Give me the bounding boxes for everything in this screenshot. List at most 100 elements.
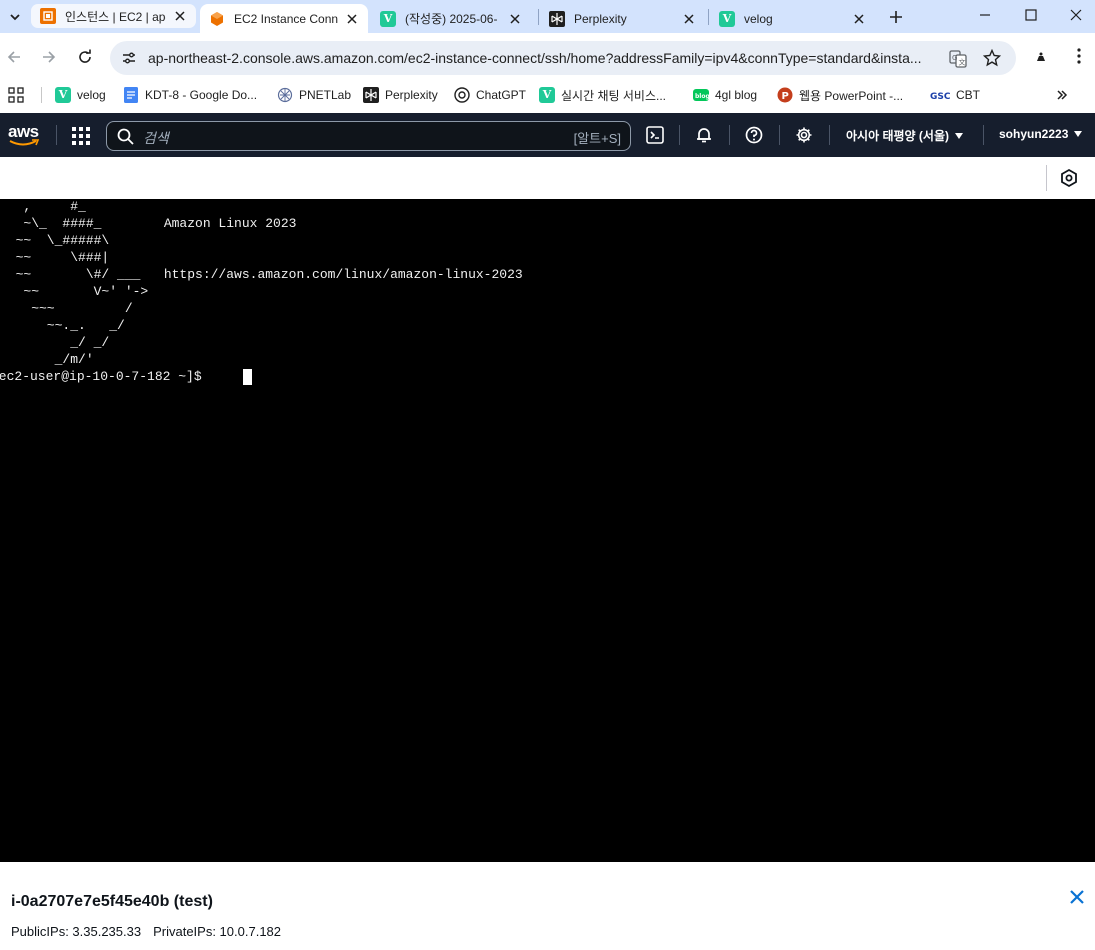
bookmark-label: 실시간 채팅 서비스...: [561, 88, 666, 103]
bookmarks-bar: V velog KDT-8 - Google Do... PNETLab Per…: [0, 81, 1095, 109]
bookmark-powerpoint[interactable]: P 웹용 PowerPoint -...: [777, 85, 903, 105]
region-selector[interactable]: 아시아 태평양 (서울): [846, 127, 963, 144]
bookmark-google-docs[interactable]: KDT-8 - Google Do...: [123, 85, 257, 105]
tab-strip: 인스턴스 | EC2 | ap-northeast-2 EC2 Instance…: [0, 0, 1095, 33]
tab-separator: [708, 9, 709, 25]
bookmark-velog[interactable]: V velog: [55, 85, 106, 105]
bookmark-4gl-blog[interactable]: blog 4gl blog: [693, 85, 757, 105]
aws-box-icon: [209, 11, 225, 27]
aws-logo[interactable]: aws: [8, 122, 42, 148]
tab-title: EC2 Instance Connect: [234, 11, 338, 26]
header-separator: [729, 125, 730, 145]
bookmark-chatgpt[interactable]: ChatGPT: [454, 85, 526, 105]
bookmark-label: 웹용 PowerPoint -...: [799, 88, 904, 103]
aws-search-input[interactable]: 검색 [알트+S]: [106, 121, 631, 151]
settings-gear-icon[interactable]: [794, 125, 814, 145]
terminal-line: _/ _/: [0, 335, 110, 350]
blog-icon: blog: [693, 87, 709, 103]
header-separator: [983, 125, 984, 145]
search-placeholder: 검색: [143, 130, 169, 146]
terminal-cursor: [243, 369, 252, 385]
search-shortcut: [알트+S]: [573, 131, 621, 146]
tab-title: (작성중) 2025-06-: [405, 12, 498, 26]
ssh-terminal[interactable]: , #_ ~\_ ####_ Amazon Linux 2023 ~~ \_##…: [0, 199, 1095, 862]
terminal-settings-icon[interactable]: [1059, 168, 1079, 188]
account-username: sohyun2223: [999, 127, 1069, 141]
svg-text:G: G: [952, 54, 957, 62]
google-docs-icon: [123, 87, 139, 103]
account-menu[interactable]: sohyun2223: [999, 127, 1083, 141]
gsc-icon: GSC: [930, 87, 950, 103]
more-bookmarks-icon[interactable]: [1056, 85, 1068, 105]
tab-ec2-instances[interactable]: 인스턴스 | EC2 | ap-northeast-2: [31, 4, 196, 28]
header-separator: [829, 125, 830, 145]
reload-icon[interactable]: [73, 45, 97, 69]
tab-ec2-instance-connect[interactable]: EC2 Instance Connect: [200, 4, 368, 33]
header-separator: [679, 125, 680, 145]
translate-icon[interactable]: G文: [948, 49, 968, 69]
powerpoint-icon: P: [777, 87, 793, 103]
tab-search-chevron-icon[interactable]: [4, 6, 26, 28]
velog-icon: V: [380, 10, 396, 27]
header-separator: [56, 125, 57, 145]
chatgpt-icon: [454, 87, 470, 103]
services-grid-icon[interactable]: [72, 127, 90, 145]
velog-icon: V: [719, 10, 735, 27]
maximize-icon[interactable]: [1008, 0, 1053, 30]
tab-perplexity[interactable]: Perplexity: [540, 4, 705, 33]
caret-down-icon: [954, 133, 963, 139]
close-tab-icon[interactable]: [344, 11, 360, 27]
perplexity-icon: [549, 10, 565, 27]
aws-ec2-icon: [40, 8, 56, 24]
browser-toolbar: ap-northeast-2.console.aws.amazon.com/ec…: [0, 33, 1095, 81]
help-icon[interactable]: [744, 125, 764, 145]
svg-text:P: P: [782, 91, 789, 102]
velog-icon: V: [55, 87, 71, 103]
site-info-icon[interactable]: [120, 49, 138, 67]
bookmark-separator: [41, 87, 42, 103]
window-close-icon[interactable]: [1053, 0, 1095, 30]
bookmark-pnetlab[interactable]: PNETLab: [277, 85, 351, 105]
close-panel-icon[interactable]: [1068, 888, 1088, 908]
cloudshell-icon[interactable]: [645, 125, 665, 145]
public-ips: PublicIPs: 3.35.235.33: [11, 924, 142, 939]
notifications-bell-icon[interactable]: [694, 125, 714, 145]
bookmark-label: KDT-8 - Google Do...: [145, 88, 258, 102]
bookmark-perplexity[interactable]: Perplexity: [363, 85, 438, 105]
address-bar[interactable]: ap-northeast-2.console.aws.amazon.com/ec…: [110, 41, 1016, 75]
svg-text:文: 文: [959, 58, 966, 67]
subheader-separator: [1046, 165, 1047, 191]
bookmark-label: CBT: [956, 88, 980, 102]
svg-text:GSC: GSC: [930, 92, 950, 102]
bookmark-label: 4gl blog: [715, 88, 758, 102]
region-label: 아시아 태평양 (서울): [846, 129, 949, 143]
terminal-line: ~~~ /: [0, 301, 133, 316]
extension-icon[interactable]: [1030, 45, 1052, 67]
tab-separator: [538, 9, 539, 25]
private-ips: PrivateIPs: 10.0.7.182: [153, 924, 282, 939]
bookmark-label: ChatGPT: [476, 88, 527, 102]
bookmark-label: Perplexity: [385, 88, 438, 102]
browser-menu-icon[interactable]: [1068, 45, 1090, 67]
terminal-line: ~~ \#/ ___ https://aws.amazon.com/linux/…: [0, 267, 523, 282]
close-tab-icon[interactable]: [172, 8, 188, 24]
terminal-line: ~\_ ####_ Amazon Linux 2023: [0, 216, 297, 231]
close-tab-icon[interactable]: [681, 11, 697, 27]
terminal-line: ~~ \###|: [0, 250, 110, 265]
tab-velog[interactable]: V velog: [710, 4, 875, 33]
tab-velog-draft[interactable]: V (작성중) 2025-06-: [371, 4, 531, 33]
url-text[interactable]: ap-northeast-2.console.aws.amazon.com/ec…: [148, 50, 938, 66]
close-tab-icon[interactable]: [851, 11, 867, 27]
close-tab-icon[interactable]: [507, 11, 523, 27]
instance-ips: PublicIPs: 3.35.235.33 PrivateIPs: 10.0.7…: [11, 924, 281, 939]
tab-title: velog: [744, 11, 773, 26]
minimize-icon[interactable]: [962, 0, 1007, 30]
new-tab-icon[interactable]: [885, 6, 907, 28]
bookmark-cbt[interactable]: GSC CBT: [930, 85, 980, 105]
apps-grid-icon[interactable]: [8, 85, 24, 105]
aws-header: aws 검색 [알트+S] 아시아 태평양 (서울) sohyun2223: [0, 113, 1095, 157]
back-icon[interactable]: [2, 45, 26, 69]
bookmark-chat-service[interactable]: V 실시간 채팅 서비스...: [539, 85, 666, 105]
forward-icon[interactable]: [37, 45, 61, 69]
bookmark-star-icon[interactable]: [982, 48, 1002, 68]
